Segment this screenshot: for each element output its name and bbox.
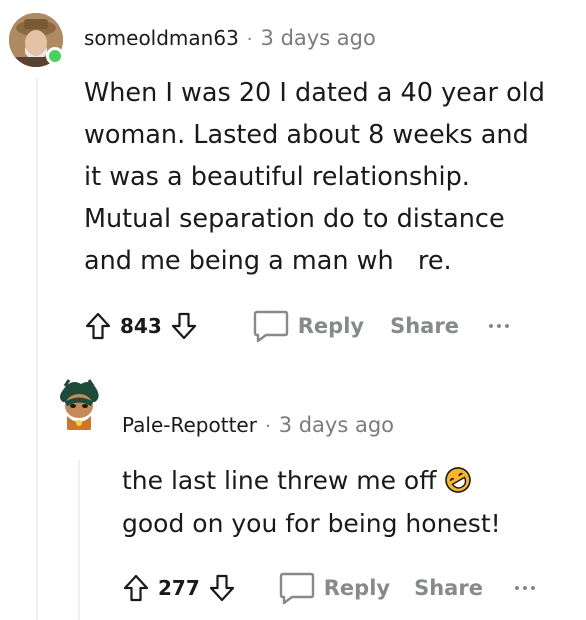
comment-actions: 277 Reply Share (120, 570, 535, 606)
online-status-indicator (46, 47, 64, 65)
comment-line: and me being a man wh re. (84, 246, 452, 276)
username[interactable]: Pale-Repotter (122, 413, 257, 437)
comment-header: someoldman63 · 3 days ago (84, 26, 376, 50)
upvote-icon[interactable] (120, 570, 152, 606)
timestamp[interactable]: 3 days ago (279, 413, 394, 437)
comment-actions: 843 Reply Share (82, 308, 509, 344)
comment-line: good on you for being honest! (122, 508, 501, 538)
comment-line-with-emoji: the last line threw me off (122, 460, 501, 503)
comment-line: woman. Lasted about 8 weeks and (84, 120, 529, 150)
downvote-icon[interactable] (206, 570, 238, 606)
comment-line: When I was 20 I dated a 40 year old (84, 78, 545, 108)
comment-bubble-icon (279, 572, 314, 605)
rolling-on-floor-laughing-emoji-icon (445, 467, 472, 493)
thread-line-reply[interactable] (78, 460, 80, 620)
vote-score: 277 (158, 576, 200, 600)
more-options-icon[interactable] (514, 570, 535, 606)
reply-label: Reply (323, 576, 391, 600)
upvote-icon[interactable] (82, 308, 114, 344)
vote-score: 843 (120, 314, 162, 338)
comment-line: the last line threw me off (122, 466, 437, 495)
comment-header: Pale-Repotter · 3 days ago (122, 413, 394, 437)
share-button[interactable]: Share (414, 576, 483, 600)
reply-label: Reply (297, 314, 365, 338)
comment-body: When I was 20 I dated a 40 year old woma… (84, 72, 545, 282)
timestamp[interactable]: 3 days ago (261, 26, 376, 50)
downvote-icon[interactable] (168, 308, 200, 344)
avatar[interactable] (51, 376, 107, 432)
comment-bubble-icon (253, 310, 288, 343)
separator-dot: · (246, 29, 253, 50)
reply-button[interactable]: Reply (252, 309, 364, 343)
thread-line-main[interactable] (36, 78, 38, 620)
separator-dot: · (264, 416, 271, 437)
comment-body: the last line threw me off good on you f… (122, 460, 501, 545)
share-button[interactable]: Share (390, 314, 459, 338)
username[interactable]: someoldman63 (84, 26, 239, 50)
reply-button[interactable]: Reply (278, 571, 390, 605)
comment-line: it was a beautiful relationship. (84, 162, 470, 192)
comment-line: Mutual separation do to distance (84, 204, 505, 234)
more-options-icon[interactable] (488, 308, 509, 344)
